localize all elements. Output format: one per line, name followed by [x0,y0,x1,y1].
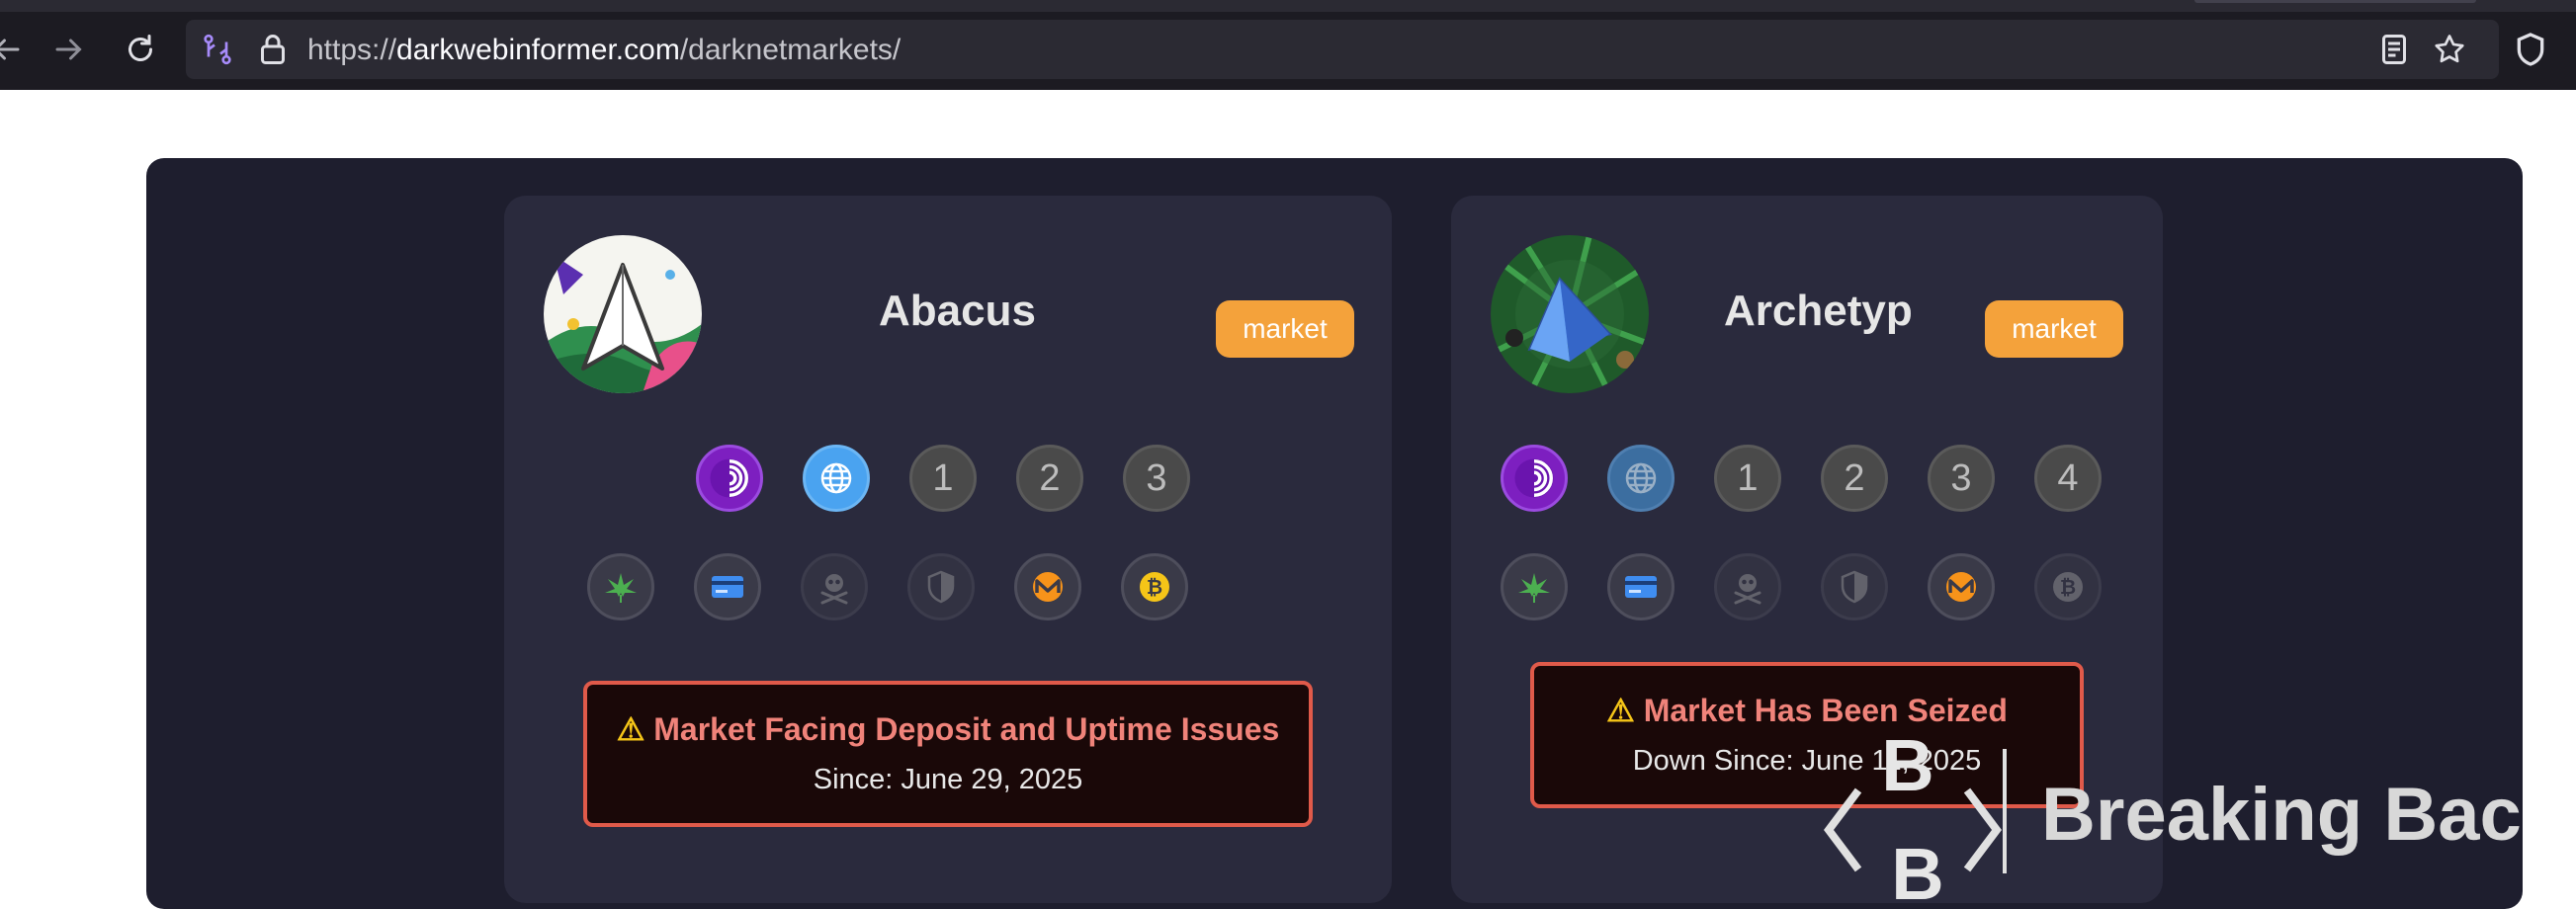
feature-monero [1928,553,1995,620]
credit-card-icon [712,576,743,598]
back-button[interactable] [0,30,26,69]
tor-onion-link[interactable] [1501,445,1568,512]
alert-title-text: Market Facing Deposit and Uptime Issues [653,711,1280,747]
features-row: ₿ [587,553,1188,620]
cannabis-leaf-icon [1518,573,1550,603]
clearnet-link[interactable] [1607,445,1674,512]
feature-drugs [587,553,654,620]
tracking-protection-icon[interactable] [200,32,235,67]
alert-title: ⚠ Market Has Been Seized [1534,692,2080,729]
cannabis-leaf-icon [605,573,637,603]
skull-crossbones-icon [820,574,848,605]
url-path: /darknetmarkets/ [679,34,902,66]
shield-half-icon [1841,570,1868,604]
reload-button[interactable] [121,30,160,69]
browser-toolbar: https://darkwebinformer.com/darknetmarke… [0,0,2576,90]
mirror-link-3[interactable]: 3 [1928,445,1995,512]
skull-crossbones-icon [1734,574,1761,605]
market-name: Abacus [879,287,1036,335]
feature-security [907,553,975,620]
mirror-link-3[interactable]: 3 [1123,445,1190,512]
reader-mode-icon[interactable] [2376,32,2412,67]
feature-drugs [1501,553,1568,620]
markets-panel: Abacus market 1 2 3 ₿ ⚠ Market Facing De… [146,158,2523,909]
bitcoin-icon: ₿ [1140,572,1169,602]
market-card: Abacus market 1 2 3 ₿ ⚠ Market Facing De… [504,196,1392,903]
mirror-link-1[interactable]: 1 [909,445,977,512]
feature-cards [694,553,761,620]
tor-onion-link[interactable] [696,445,763,512]
svg-text:₿: ₿ [2060,577,2076,599]
tab-indicator[interactable] [2194,0,2476,3]
mirror-link-4[interactable]: 4 [2034,445,2102,512]
tor-onion-icon [1514,458,1554,498]
feature-cards [1607,553,1674,620]
market-name: Archetyp [1724,287,1913,335]
feature-hacking [1714,553,1781,620]
mirror-link-2[interactable]: 2 [1821,445,1888,512]
status-alert: ⚠ Market Has Been Seized Down Since: Jun… [1530,662,2084,808]
globe-icon [1625,462,1657,494]
market-type-badge: market [1985,300,2123,358]
reload-icon [129,35,152,61]
arrow-left-icon [0,39,20,60]
feature-bitcoin: ₿ [2034,553,2102,620]
market-logo[interactable] [544,235,702,393]
archetyp-logo-icon [1491,235,1649,393]
market-logo[interactable] [1491,235,1649,393]
tab-strip [0,0,2576,12]
monero-icon [1033,572,1063,602]
credit-card-icon [1625,576,1657,598]
warning-icon: ⚠ [616,711,645,747]
bitcoin-icon: ₿ [2053,572,2083,602]
page-content: Abacus market 1 2 3 ₿ ⚠ Market Facing De… [0,90,2576,909]
shield-half-icon [927,570,955,604]
feature-hacking [801,553,868,620]
abacus-logo-icon [544,235,702,393]
access-links-row: 1 2 3 [696,445,1190,512]
access-links-row: 1 2 3 4 [1501,445,2102,512]
feature-security [1821,553,1888,620]
mirror-link-1[interactable]: 1 [1714,445,1781,512]
url-text[interactable]: https://darkwebinformer.com/darknetmarke… [307,34,901,67]
market-card: Archetyp market 1 2 3 4 ₿ ⚠ Market Has B… [1451,196,2163,903]
warning-icon: ⚠ [1606,693,1635,728]
url-scheme: https:// [307,34,397,66]
shield-icon[interactable] [2511,30,2550,69]
tor-onion-icon [710,458,749,498]
mirror-link-2[interactable]: 2 [1016,445,1083,512]
feature-bitcoin: ₿ [1121,553,1188,620]
star-bookmark-icon[interactable] [2432,32,2467,67]
alert-title: ⚠ Market Facing Deposit and Uptime Issue… [587,710,1309,748]
status-alert: ⚠ Market Facing Deposit and Uptime Issue… [583,681,1313,827]
url-host: darkwebinformer.com [396,34,680,66]
feature-monero [1014,553,1081,620]
address-bar[interactable]: https://darkwebinformer.com/darknetmarke… [186,20,2499,79]
monero-icon [1946,572,1976,602]
alert-since: Since: June 29, 2025 [813,764,1083,795]
alert-title-text: Market Has Been Seized [1643,693,2008,728]
clearnet-link[interactable] [803,445,870,512]
lock-icon[interactable] [255,32,291,67]
alert-since: Down Since: June 11, 2025 [1632,745,1982,777]
svg-text:₿: ₿ [1147,577,1162,599]
forward-button[interactable] [49,30,89,69]
features-row: ₿ [1501,553,2102,620]
globe-icon [820,462,852,494]
market-type-badge: market [1216,300,1354,358]
arrow-right-icon [55,39,82,60]
